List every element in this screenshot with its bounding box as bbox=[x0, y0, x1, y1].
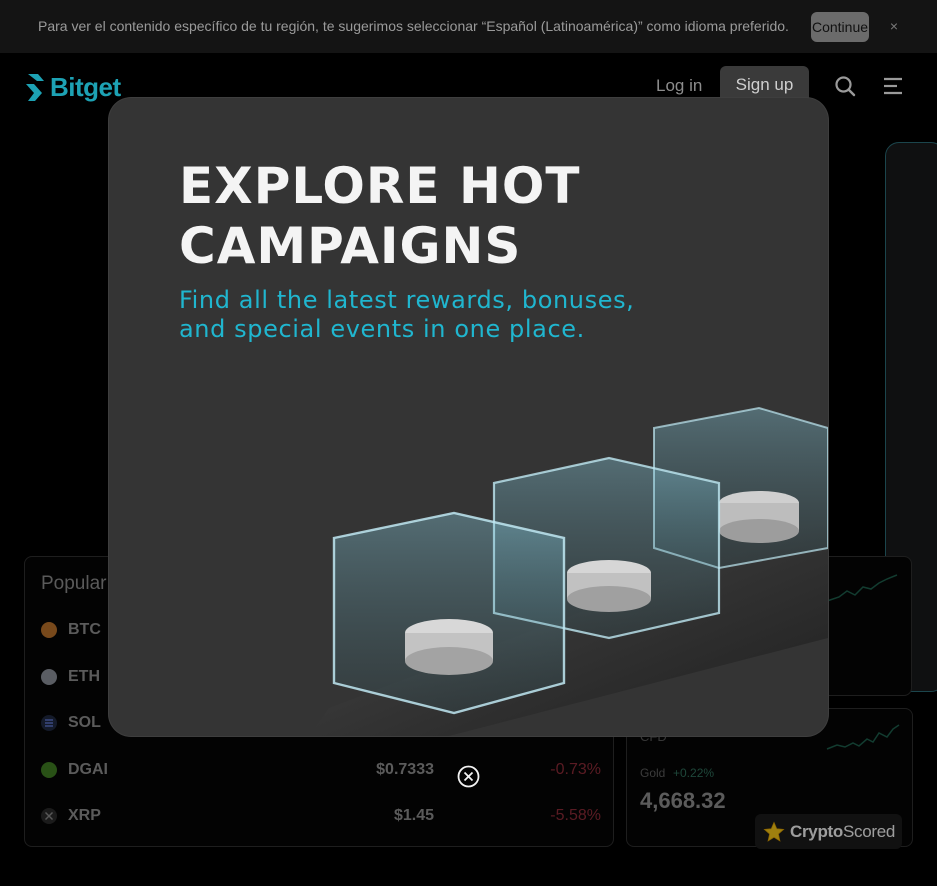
dgai-icon bbox=[41, 762, 57, 778]
markets-title[interactable]: Popular bbox=[41, 573, 107, 595]
xrp-glyph-icon bbox=[45, 812, 53, 820]
bitget-logo[interactable]: Bitget bbox=[24, 70, 121, 104]
coin-symbol: SOL bbox=[68, 714, 101, 731]
search-icon[interactable] bbox=[834, 75, 856, 97]
star-icon bbox=[763, 820, 785, 842]
sol-glyph-icon bbox=[45, 719, 53, 727]
sol-icon bbox=[41, 715, 57, 731]
language-suggestion-text: Para ver el contenido específico de tu r… bbox=[38, 18, 789, 34]
coin-symbol: DGAI bbox=[68, 761, 108, 778]
coin-symbol: BTC bbox=[68, 621, 101, 638]
gold-sparkline-line bbox=[826, 724, 900, 750]
btc-icon bbox=[41, 622, 57, 638]
continue-button[interactable]: Continue bbox=[811, 12, 869, 42]
cryptoscored-badge[interactable]: CryptoScored bbox=[755, 814, 902, 849]
language-banner: Para ver el contenido específico de tu r… bbox=[0, 0, 937, 53]
coin-price: $0.7333 bbox=[376, 761, 434, 778]
eth-icon bbox=[41, 669, 57, 685]
modal-title: EXPLORE HOT CAMPAIGNS bbox=[179, 157, 581, 275]
campaign-modal[interactable]: EXPLORE HOT CAMPAIGNS Find all the lates… bbox=[109, 98, 828, 736]
cryptoscored-brand: CryptoScored bbox=[790, 822, 895, 842]
glass-box-near bbox=[332, 511, 566, 715]
modal-close-icon[interactable] bbox=[457, 765, 480, 788]
coin-symbol: ETH bbox=[68, 668, 100, 685]
coin-change: -0.73% bbox=[550, 761, 601, 778]
market-row-xrp[interactable]: XRP $1.45 -5.58% bbox=[41, 805, 601, 827]
bitget-logo-icon bbox=[26, 74, 44, 101]
coin-change: -5.58% bbox=[550, 807, 601, 824]
sparkline-line bbox=[826, 574, 898, 602]
login-link[interactable]: Log in bbox=[656, 76, 702, 96]
menu-icon[interactable] bbox=[883, 76, 903, 96]
market-row-dgai[interactable]: DGAI $0.7333 -0.73% bbox=[41, 759, 601, 781]
logo-text: Bitget bbox=[50, 71, 121, 102]
xrp-icon bbox=[41, 808, 57, 824]
coin-price: $1.45 bbox=[393, 807, 434, 824]
coin-symbol: XRP bbox=[68, 807, 101, 824]
brand-bold: Crypto bbox=[790, 821, 843, 841]
brand-light: Scored bbox=[842, 821, 896, 841]
banner-close-icon[interactable]: × bbox=[887, 18, 901, 34]
glass-boxes-illustration bbox=[309, 406, 828, 736]
modal-subtitle: Find all the latest rewards, bonuses, an… bbox=[179, 286, 635, 343]
